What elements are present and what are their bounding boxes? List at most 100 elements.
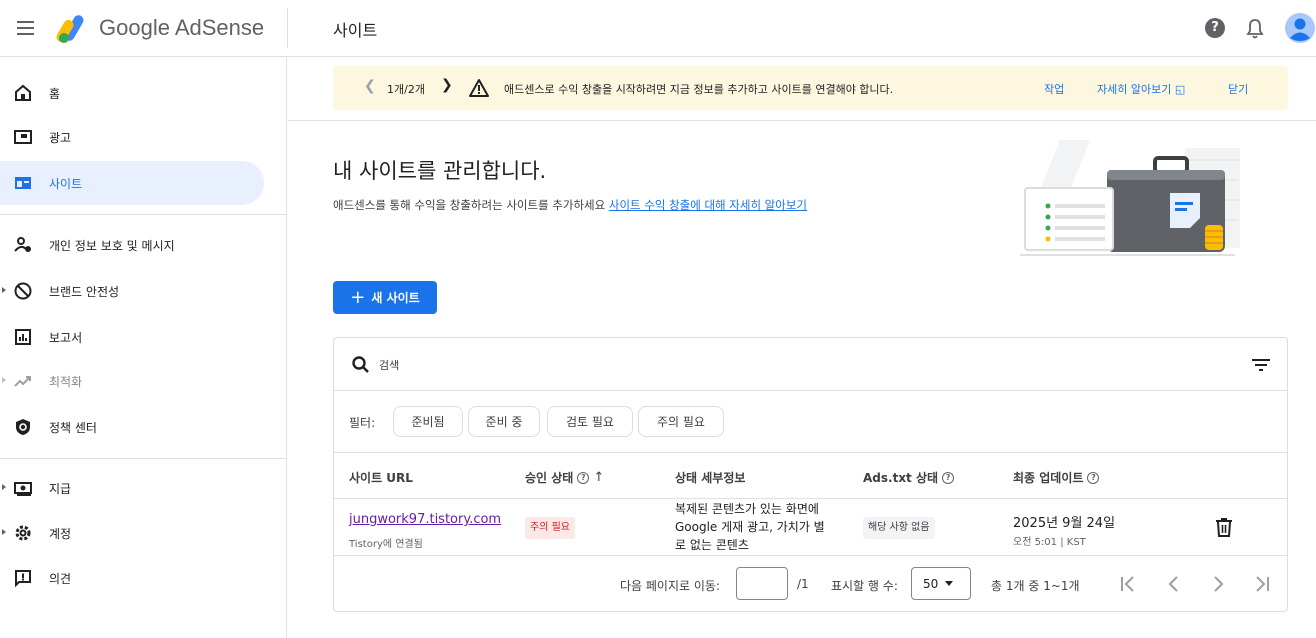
sidebar-item-label: 계정	[49, 526, 72, 541]
sidebar-item-brand-safety[interactable]: 브랜드 안전성	[0, 269, 264, 313]
sidebar: 홈 광고 사이트 개인 정보 보호 및 메시지 브랜드 안전성 보고서 최적화 …	[0, 57, 287, 638]
search-bar	[334, 338, 1287, 391]
sidebar-item-label: 개인 정보 보호 및 메시지	[49, 238, 175, 253]
filter-label: 필터:	[349, 416, 376, 430]
banner-action-link[interactable]: 작업	[1044, 81, 1064, 97]
ads-icon	[14, 130, 32, 144]
banner-learn-more-label: 자세히 알아보기	[1097, 83, 1172, 96]
block-icon	[14, 282, 32, 300]
column-header-status-details[interactable]: 상태 세부정보	[675, 469, 745, 486]
page-heading: 내 사이트를 관리합니다.	[333, 159, 547, 183]
column-header-label: 사이트 URL	[349, 471, 413, 485]
rows-per-page-value: 50	[923, 576, 939, 591]
column-header-last-updated[interactable]: 최종 업데이트?	[1013, 469, 1100, 486]
site-url-link[interactable]: jungwork97.tistory.com	[349, 512, 501, 527]
payments-icon	[14, 482, 32, 496]
privacy-messaging-icon	[14, 237, 31, 252]
column-header-label: 상태 세부정보	[675, 471, 746, 485]
sidebar-item-label: 광고	[49, 130, 72, 145]
account-avatar[interactable]	[1285, 13, 1315, 43]
feedback-icon	[15, 570, 31, 588]
rows-per-page-select[interactable]: 50	[911, 567, 971, 600]
go-to-page-label: 다음 페이지로 이동:	[620, 579, 720, 593]
sidebar-item-label: 의견	[49, 571, 72, 586]
sidebar-item-optimization[interactable]: 최적화	[0, 359, 264, 403]
content-divider	[288, 120, 1316, 121]
column-header-label: Ads.txt 상태	[863, 471, 939, 485]
pagination-total: 총 1개 중 1~1개	[991, 579, 1080, 593]
page-number-input[interactable]	[736, 567, 788, 600]
open-in-new-icon: ◱	[1174, 83, 1186, 96]
sidebar-item-privacy-messaging[interactable]: 개인 정보 보호 및 메시지	[0, 223, 264, 267]
rows-per-page-label: 표시할 행 수:	[831, 579, 898, 593]
next-page-icon[interactable]	[1208, 573, 1228, 595]
home-icon	[15, 84, 31, 101]
search-input[interactable]	[379, 354, 1079, 376]
sidebar-item-label: 지급	[49, 481, 72, 496]
subtext-body: 애드센스를 통해 수익을 창출하려는 사이트를 추가하세요	[333, 198, 606, 212]
sidebar-item-account[interactable]: 계정	[0, 511, 264, 555]
notifications-bell-icon[interactable]	[1245, 18, 1265, 40]
new-site-label: 새 사이트	[371, 291, 420, 305]
expand-caret-icon	[2, 287, 6, 293]
expand-caret-icon	[2, 377, 6, 383]
status-detail-text: 복제된 콘텐츠가 있는 화면에 Google 게재 광고, 가치가 별로 없는 …	[675, 502, 825, 552]
ads-txt-status-badge: 해당 사항 없음	[863, 517, 935, 539]
last-page-icon[interactable]	[1252, 573, 1272, 595]
page-subtext: 애드센스를 통해 수익을 창출하려는 사이트를 추가하세요 사이트 수익 창출에…	[333, 197, 807, 213]
column-header-site-url[interactable]: 사이트 URL	[349, 469, 413, 486]
column-header-label: 승인 상태	[525, 471, 574, 485]
learn-monetization-link[interactable]: 사이트 수익 창출에 대해 자세히 알아보기	[609, 198, 807, 212]
sidebar-item-label: 브랜드 안전성	[49, 284, 120, 299]
sites-illustration	[1020, 140, 1240, 256]
help-outline-icon[interactable]: ?	[1087, 471, 1100, 484]
filter-chip-preparing[interactable]: 준비 중	[468, 406, 540, 437]
banner-prev-button[interactable]: ❮	[364, 78, 376, 94]
sidebar-item-policy-center[interactable]: 정책 센터	[0, 405, 264, 449]
sidebar-item-home[interactable]: 홈	[0, 71, 264, 115]
column-header-approval-status[interactable]: 승인 상태? ↑	[525, 469, 604, 486]
expand-caret-icon	[2, 484, 6, 490]
sidebar-item-label: 정책 센터	[49, 420, 97, 435]
plus-icon: +	[350, 286, 366, 308]
last-updated-date: 2025년 9월 24일	[1013, 516, 1116, 531]
help-outline-icon[interactable]: ?	[942, 471, 955, 484]
help-icon[interactable]: ?	[1205, 18, 1225, 38]
sidebar-divider	[0, 458, 287, 459]
help-outline-icon[interactable]: ?	[577, 471, 590, 484]
dropdown-arrow-icon	[945, 581, 954, 586]
new-site-button[interactable]: + 새 사이트	[333, 281, 437, 314]
approval-status-badge: 주의 필요	[525, 517, 575, 539]
notification-banner: ❮ 1개/2개 ❯ 애드센스로 수익 창출을 시작하려면 지금 정보를 추가하고…	[333, 66, 1288, 110]
brand-name: Google AdSense	[99, 15, 265, 40]
page-total: /1	[797, 577, 809, 591]
sidebar-item-ads[interactable]: 광고	[0, 115, 264, 159]
column-header-ads-txt[interactable]: Ads.txt 상태?	[863, 469, 955, 486]
banner-next-button[interactable]: ❯	[441, 77, 453, 93]
filter-list-icon[interactable]	[1252, 358, 1270, 372]
table-row: jungwork97.tistory.com Tistory에 연결됨 주의 필…	[334, 500, 1287, 556]
sidebar-item-label: 보고서	[49, 330, 83, 345]
menu-icon[interactable]	[15, 18, 37, 40]
sidebar-item-reports[interactable]: 보고서	[0, 315, 264, 359]
first-page-icon[interactable]	[1118, 573, 1138, 595]
sidebar-item-payments[interactable]: 지급	[0, 466, 264, 510]
search-icon	[352, 356, 369, 373]
delete-icon[interactable]	[1215, 517, 1233, 537]
trending-icon	[14, 376, 31, 387]
sidebar-item-sites[interactable]: 사이트	[0, 161, 264, 205]
banner-close-link[interactable]: 닫기	[1228, 81, 1248, 97]
settings-icon	[15, 525, 31, 541]
sort-ascending-icon: ↑	[593, 470, 605, 485]
sidebar-item-feedback[interactable]: 의견	[0, 556, 264, 600]
adsense-logo-icon	[56, 15, 84, 43]
previous-page-icon[interactable]	[1164, 573, 1184, 595]
banner-learn-more-link[interactable]: 자세히 알아보기 ◱	[1097, 81, 1185, 97]
filter-chip-attention-needed[interactable]: 주의 필요	[638, 406, 724, 437]
filter-chip-ready[interactable]: 준비됨	[393, 406, 463, 437]
sidebar-item-label: 최적화	[49, 374, 83, 389]
table-header: 사이트 URL 승인 상태? ↑ 상태 세부정보 Ads.txt 상태? 최종 업…	[334, 454, 1287, 499]
column-header-label: 최종 업데이트	[1013, 471, 1084, 485]
filter-chip-review-needed[interactable]: 검토 필요	[547, 406, 633, 437]
pagination-footer: 다음 페이지로 이동: /1 표시할 행 수: 50 총 1개 중 1~1개	[334, 557, 1287, 611]
